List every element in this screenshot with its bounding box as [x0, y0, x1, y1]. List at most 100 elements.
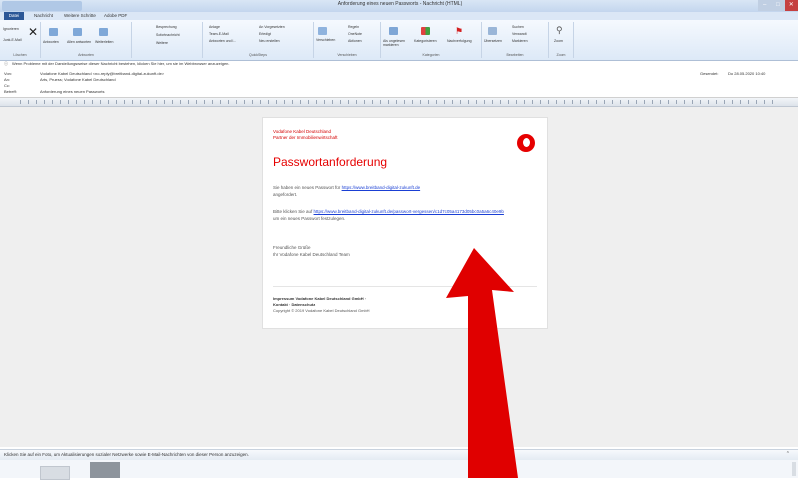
avatar-photo[interactable]	[90, 462, 120, 478]
ribbon-tabs: Datei Nachricht Weitere Schritte Adobe P…	[0, 12, 798, 20]
ribbon-group-quicksteps: Anlage Team-E-Mail Antworten und l... An…	[203, 22, 314, 58]
tab-message[interactable]: Nachricht	[34, 13, 53, 18]
ribbon-group-delete: Ignorieren Junk-E-Mail ✕ Löschen	[0, 22, 41, 58]
expand-icon[interactable]: ⌃	[786, 451, 790, 457]
from-label: Von:	[4, 71, 13, 76]
email-footer: Impressum Vodafone Kabel Deutschland Gmb…	[273, 296, 370, 314]
ruler	[0, 98, 798, 107]
junk-button[interactable]: Junk-E-Mail	[3, 38, 21, 42]
move-icon[interactable]	[318, 27, 327, 35]
translate-icon[interactable]	[488, 27, 497, 35]
tab-adobe-pdf[interactable]: Adobe PDF	[104, 13, 127, 18]
message-header: Von: Vodafone Kabel Deutschland <no-repl…	[0, 67, 798, 98]
reply-all-button[interactable]: Allen antworten	[67, 40, 91, 44]
quickstep-attachment[interactable]: Anlage	[209, 25, 220, 29]
quickstep-team-mail[interactable]: Team-E-Mail	[209, 32, 229, 36]
close-button[interactable]: ✕	[784, 0, 798, 11]
quickstep-reply-delete[interactable]: Antworten und l...	[209, 39, 236, 43]
select-button[interactable]: Markieren	[512, 39, 528, 43]
reply-button[interactable]: Antworten	[43, 40, 59, 44]
reply-icon[interactable]	[49, 28, 58, 36]
ribbon-group-label: Löschen	[13, 53, 27, 57]
window-controls: – □ ✕	[758, 0, 798, 11]
from-value[interactable]: Vodafone Kabel Deutschland <no-reply@bre…	[40, 71, 164, 76]
sent-value: Do 28.05.2020 10:40	[728, 71, 766, 76]
delete-icon[interactable]: ✕	[28, 26, 38, 38]
info-bar-text: Wenn Probleme mit der Darstellungsweise …	[12, 61, 230, 66]
tab-more-steps[interactable]: Weitere Schritte	[64, 13, 96, 18]
greeting: Freundliche Grüße	[273, 245, 311, 250]
footer-divider	[273, 286, 537, 287]
quick-access-toolbar[interactable]	[2, 1, 82, 11]
phishing-link[interactable]: https://www.breitband-digital-zukunft.de…	[314, 209, 504, 214]
move-button[interactable]: Verschieben	[316, 38, 335, 42]
minimize-button[interactable]: –	[758, 0, 772, 11]
people-pane-scrollbar[interactable]	[792, 462, 796, 476]
more-button[interactable]: Weitere	[156, 41, 168, 45]
footer-line-3: Copyright © 2019 Vodafone Kabel Deutschl…	[273, 308, 370, 313]
ribbon-group-respond: Besprechung Sofortnachricht Weitere	[132, 22, 203, 58]
ribbon-group-edit: Übersetzen Suchen Verwandt Markieren Bea…	[482, 22, 549, 58]
quickstep-manager[interactable]: An Vorgesetzten	[259, 25, 285, 29]
tab-file[interactable]: Datei	[4, 12, 24, 20]
ribbon-group-label: Verschieben	[337, 53, 357, 57]
find-button[interactable]: Suchen	[512, 25, 524, 29]
subject-value: Anforderung eines neuen Passworts	[40, 89, 105, 94]
email-paragraph-2: Bitte klicken Sie auf https://www.breitb…	[273, 208, 508, 222]
im-button[interactable]: Sofortnachricht	[156, 33, 180, 37]
email-card: Vodafone Kabel Deutschland Partner der I…	[262, 117, 548, 329]
mark-unread-icon[interactable]	[389, 27, 398, 35]
to-label: An:	[4, 77, 11, 82]
forward-button[interactable]: Weiterleiten	[95, 40, 113, 44]
vodafone-logo-icon	[517, 134, 535, 152]
categorize-button[interactable]: Kategorisieren	[414, 39, 437, 43]
subject-label: Betreff:	[4, 89, 17, 94]
ribbon-group-label: QuickSteps	[249, 53, 267, 57]
cc-label: Cc:	[4, 83, 10, 88]
p2-end: um ein neues Passwort festzulegen.	[273, 216, 346, 221]
ribbon-group-reply: Antworten Allen antworten Weiterleiten A…	[41, 22, 132, 58]
window-title: Anforderung eines neuen Passworts - Nach…	[337, 1, 463, 7]
ribbon-group-label: Bearbeiten	[506, 53, 524, 57]
email-title: Passwortanforderung	[273, 155, 388, 169]
p1-end: angefordert.	[273, 192, 298, 197]
categorize-icon[interactable]	[421, 27, 430, 35]
forward-icon[interactable]	[99, 28, 108, 36]
p1-link[interactable]: https://www.breitband-digital-zukunft.de	[342, 185, 421, 190]
window-titlebar: Anforderung eines neuen Passworts - Nach…	[0, 0, 798, 12]
people-pane-header[interactable]: Klicken Sie auf ein Foto, um Aktualisier…	[0, 449, 798, 460]
mark-unread-button[interactable]: Als ungelesen markieren	[383, 39, 413, 47]
rules-button[interactable]: Regeln	[348, 25, 359, 29]
zoom-button[interactable]: Zoom	[554, 39, 563, 43]
onenote-button[interactable]: OneNote	[348, 32, 362, 36]
related-button[interactable]: Verwandt	[512, 32, 527, 36]
email-closing: Freundliche Grüße Ihr Vodafone Kabel Deu…	[273, 244, 508, 258]
reply-all-icon[interactable]	[73, 28, 82, 36]
ribbon-group-zoom: ⚲ Zoom Zoom	[549, 22, 574, 58]
ribbon-group-label: Kategorien	[422, 53, 440, 57]
to-value[interactable]: Arts, Pruess; Vodafone Kabel Deutschland	[40, 77, 116, 82]
quickstep-create[interactable]: Neu erstellen	[259, 39, 280, 43]
ribbon-group-label: Antworten	[78, 53, 94, 57]
message-body-area[interactable]: Vodafone Kabel Deutschland Partner der I…	[0, 107, 798, 447]
actions-button[interactable]: Aktionen	[348, 39, 362, 43]
ribbon-group-move: Verschieben Regeln OneNote Aktionen Vers…	[314, 22, 381, 58]
ignore-button[interactable]: Ignorieren	[3, 27, 19, 31]
people-pane-text: Klicken Sie auf ein Foto, um Aktualisier…	[4, 452, 249, 457]
follow-up-flag-icon[interactable]: ⚑	[455, 27, 464, 36]
quickstep-done[interactable]: Erledigt	[259, 32, 271, 36]
ribbon-group-label: Zoom	[556, 53, 566, 57]
p2-text: Bitte klicken Sie auf	[273, 209, 313, 214]
p1-text: Sie haben ein neues Passwort für	[273, 185, 341, 190]
ribbon-group-tags: ⚑ Als ungelesen markieren Kategorisieren…	[381, 22, 482, 58]
translate-button[interactable]: Übersetzen	[484, 39, 502, 43]
maximize-button[interactable]: □	[771, 0, 785, 11]
meeting-button[interactable]: Besprechung	[156, 25, 177, 29]
ribbon: Ignorieren Junk-E-Mail ✕ Löschen Antwort…	[0, 20, 798, 61]
follow-up-button[interactable]: Nachverfolgung	[447, 39, 472, 43]
email-brand: Vodafone Kabel Deutschland Partner der I…	[273, 129, 338, 141]
signature: Ihr Vodafone Kabel Deutschland Team	[273, 252, 350, 257]
sent-label: Gesendet:	[700, 71, 719, 76]
zoom-icon[interactable]: ⚲	[556, 26, 565, 35]
brand-line-2: Partner der Immobilienwirtschaft	[273, 135, 338, 140]
